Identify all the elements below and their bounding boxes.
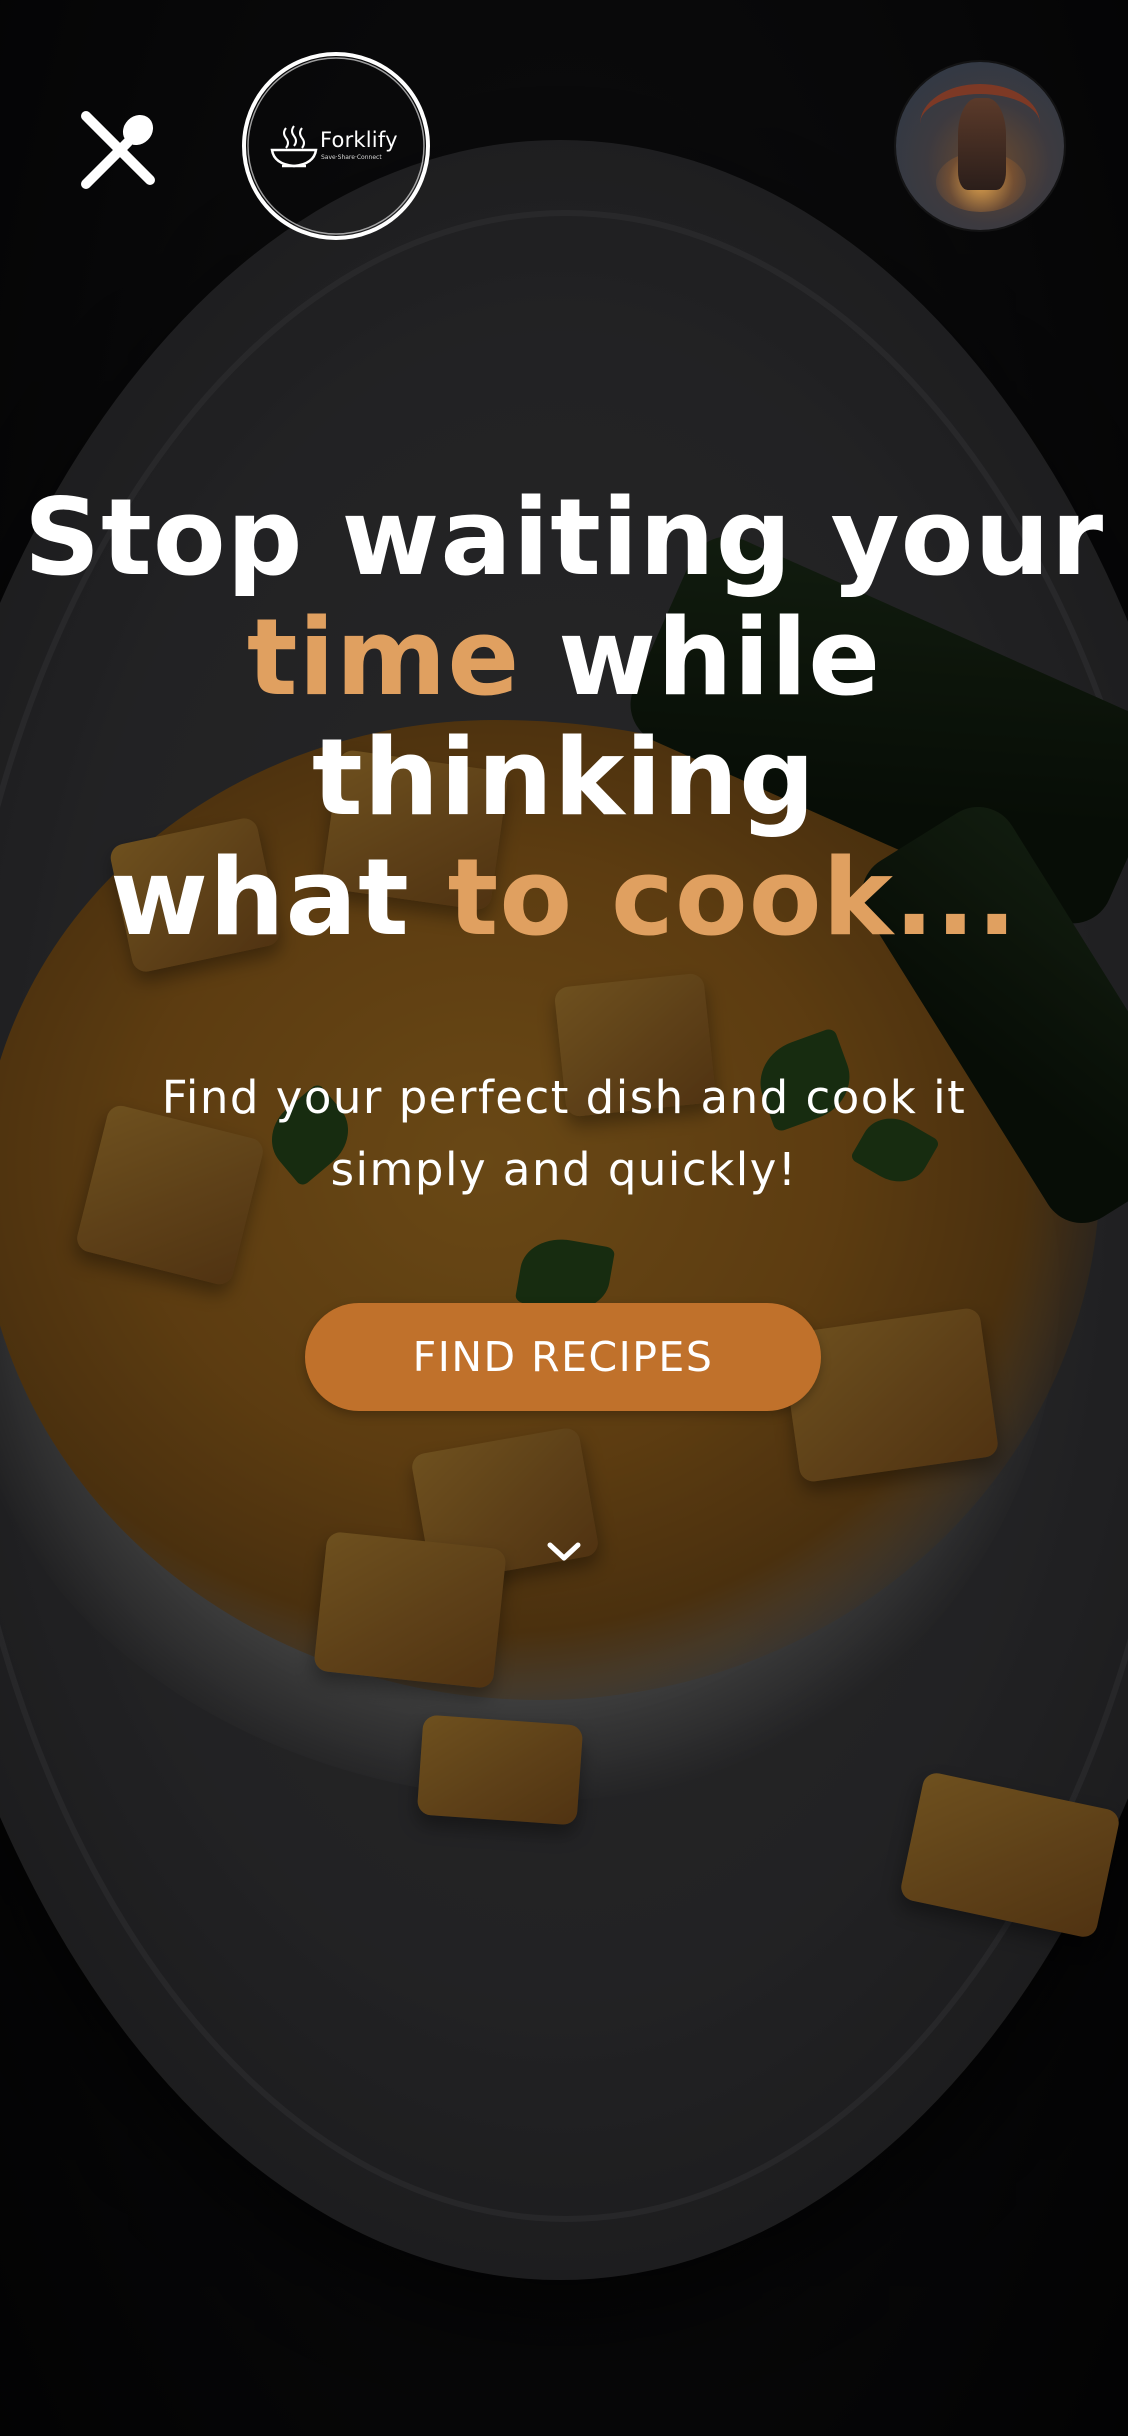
landing-screen: Forklify Save·Share·Connect Stop waiting… <box>0 0 1128 2436</box>
find-recipes-button[interactable]: FIND RECIPES <box>305 1303 821 1411</box>
hero-title-accent-to-cook: to cook... <box>447 836 1018 959</box>
hero-title: Stop waiting your time while thinking wh… <box>0 478 1128 958</box>
hero-title-line-3: thinking <box>311 716 817 839</box>
top-header: Forklify Save·Share·Connect <box>0 0 1128 260</box>
user-avatar[interactable] <box>896 62 1064 230</box>
hero-subtitle: Find your perfect dish and cook it simpl… <box>161 1071 967 1196</box>
dark-overlay <box>0 0 1128 2436</box>
hero-title-while: while <box>520 596 882 719</box>
brand-tagline: Save·Share·Connect <box>321 154 382 161</box>
hero-title-what: what <box>110 836 448 959</box>
steaming-bowl-icon <box>268 124 320 170</box>
avatar-art-figure <box>958 98 1006 190</box>
hero-title-line-2: time while <box>0 598 1128 718</box>
forklify-logo[interactable]: Forklify Save·Share·Connect <box>240 50 432 242</box>
hero-title-line-1: Stop waiting your <box>23 476 1105 599</box>
chevron-down-icon[interactable] <box>544 1535 584 1567</box>
brand-name: Forklify <box>320 128 398 152</box>
fork-spoon-menu-icon[interactable] <box>78 108 160 190</box>
background-food-photo <box>0 0 1128 2436</box>
hero-title-accent-time: time <box>246 596 521 719</box>
hero-title-line-4: what to cook... <box>0 838 1128 958</box>
